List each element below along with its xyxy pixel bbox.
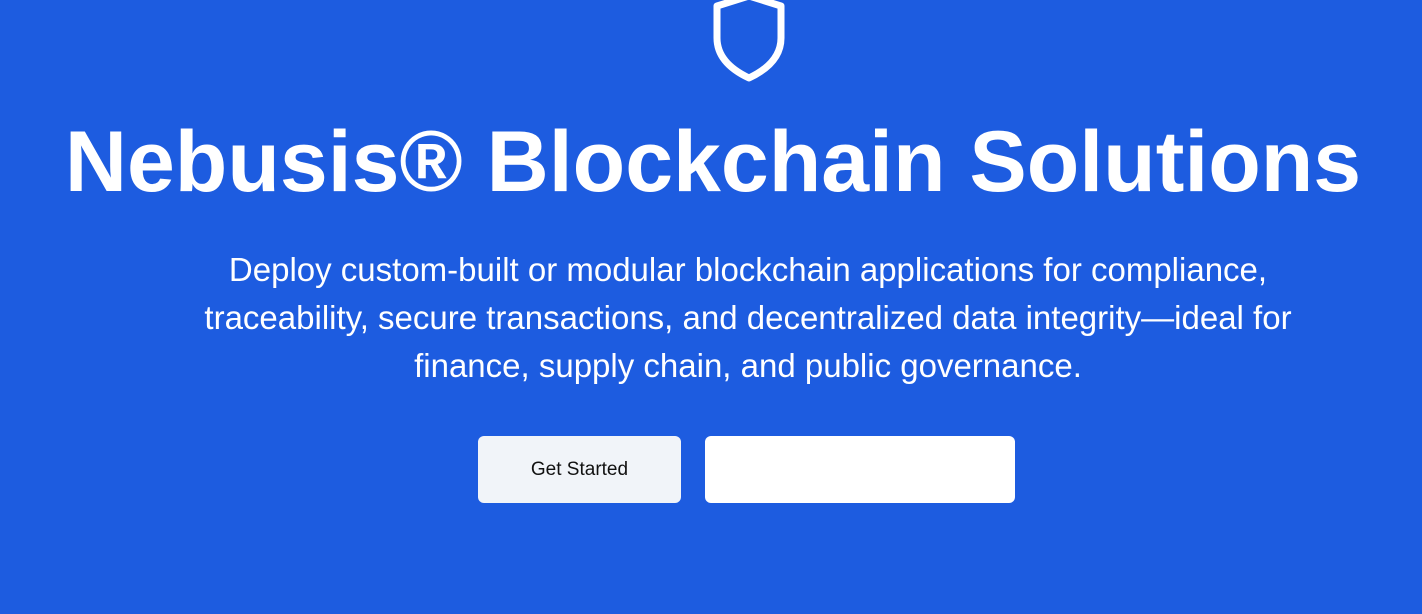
hero-section: Nebusis® Blockchain Solutions Deploy cus… [0, 0, 1422, 614]
secondary-button[interactable] [705, 436, 1015, 503]
shield-icon [713, 0, 785, 82]
hero-subtitle: Deploy custom-built or modular blockchai… [204, 251, 1292, 384]
get-started-button[interactable]: Get Started [478, 436, 681, 503]
hero-title: Nebusis® Blockchain Solutions [64, 114, 1362, 210]
